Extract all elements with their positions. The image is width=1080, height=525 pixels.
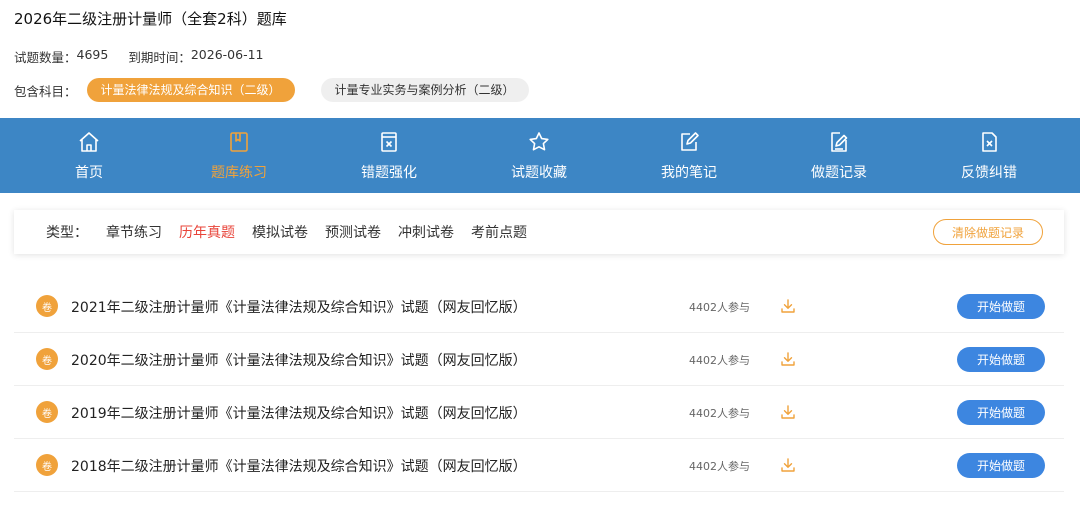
nav-item-home[interactable]: 首页	[14, 118, 164, 193]
paper-badge: 卷	[36, 295, 58, 317]
paper-title[interactable]: 2021年二级注册计量师《计量法律法规及综合知识》试题（网友回忆版）	[71, 297, 527, 317]
subjects-label: 包含科目：	[14, 83, 77, 99]
nav-label-practice: 题库练习	[211, 165, 267, 181]
nav-item-practice[interactable]: 题库练习	[164, 118, 314, 193]
clear-records-button[interactable]: 清除做题记录	[933, 219, 1043, 245]
download-icon[interactable]	[780, 404, 796, 420]
tab-predicted-exams[interactable]: 预测试卷	[325, 222, 381, 242]
paper-title[interactable]: 2020年二级注册计量师《计量法律法规及综合知识》试题（网友回忆版）	[71, 350, 527, 370]
participant-count: 4402人参与	[689, 301, 750, 314]
participant-count: 4402人参与	[689, 354, 750, 367]
start-quiz-button[interactable]: 开始做题	[957, 400, 1045, 425]
tab-sprint-exams[interactable]: 冲刺试卷	[398, 222, 454, 242]
tab-mock-exams[interactable]: 模拟试卷	[252, 222, 308, 242]
nav-label-home: 首页	[75, 165, 103, 181]
expiry: 到期时间： 2026-06-11	[128, 47, 263, 66]
list-item: 卷 2019年二级注册计量师《计量法律法规及综合知识》试题（网友回忆版） 440…	[14, 386, 1064, 439]
type-filter-bar: 类型： 章节练习 历年真题 模拟试卷 预测试卷 冲刺试卷 考前点题 清除做题记录	[14, 210, 1064, 254]
download-icon[interactable]	[780, 351, 796, 367]
nav-item-feedback[interactable]: 反馈纠错	[914, 118, 1064, 193]
star-icon	[529, 132, 549, 151]
nav-item-records[interactable]: 做题记录	[764, 118, 914, 193]
nav-item-favorites[interactable]: 试题收藏	[464, 118, 614, 193]
nav-item-mistakes[interactable]: 错题强化	[314, 118, 464, 193]
paper-badge: 卷	[36, 454, 58, 476]
expiry-value: 2026-06-11	[190, 47, 264, 62]
subject-chip-practice[interactable]: 计量专业实务与案例分析（二级）	[320, 78, 529, 102]
paper-title[interactable]: 2018年二级注册计量师《计量法律法规及综合知识》试题（网友回忆版）	[71, 456, 527, 476]
list-item: 卷 2021年二级注册计量师《计量法律法规及综合知识》试题（网友回忆版） 440…	[14, 280, 1064, 333]
download-icon[interactable]	[780, 298, 796, 314]
error-sheet-icon	[381, 132, 397, 152]
record-icon	[831, 132, 848, 152]
participant-count: 4402人参与	[689, 407, 750, 420]
start-quiz-button[interactable]: 开始做题	[957, 347, 1045, 372]
download-icon[interactable]	[780, 457, 796, 473]
book-icon	[230, 132, 248, 152]
type-label: 类型：	[46, 225, 88, 241]
list-item: 卷 2018年二级注册计量师《计量法律法规及综合知识》试题（网友回忆版） 440…	[14, 439, 1064, 492]
subject-selector: 包含科目： 计量法律法规及综合知识（二级） 计量专业实务与案例分析（二级）	[14, 78, 529, 102]
participant-count: 4402人参与	[689, 460, 750, 473]
page-title: 2026年二级注册计量师（全套2科）题库	[14, 10, 287, 28]
tab-past-exams[interactable]: 历年真题	[179, 222, 235, 242]
main-nav: 首页 题库练习 错题强化 试题收藏 我的笔记 做题记录 反馈纠错	[0, 118, 1080, 193]
start-quiz-button[interactable]: 开始做题	[957, 453, 1045, 478]
nav-label-favorites: 试题收藏	[511, 165, 567, 181]
tab-chapter-practice[interactable]: 章节练习	[106, 222, 162, 242]
list-item: 卷 2020年二级注册计量师《计量法律法规及综合知识》试题（网友回忆版） 440…	[14, 333, 1064, 386]
question-count-label: 试题数量：	[14, 50, 77, 65]
paper-badge: 卷	[36, 348, 58, 370]
start-quiz-button[interactable]: 开始做题	[957, 294, 1045, 319]
feedback-icon	[982, 132, 997, 152]
nav-label-records: 做题记录	[811, 165, 867, 181]
nav-label-mistakes: 错题强化	[361, 165, 417, 181]
nav-label-notes: 我的笔记	[661, 165, 717, 181]
paper-title[interactable]: 2019年二级注册计量师《计量法律法规及综合知识》试题（网友回忆版）	[71, 403, 527, 423]
expiry-label: 到期时间：	[128, 50, 191, 65]
question-count-value: 4695	[76, 47, 109, 62]
subject-chip-law[interactable]: 计量法律法规及综合知识（二级）	[86, 78, 295, 102]
tab-pre-exam-tips[interactable]: 考前点题	[471, 222, 527, 242]
home-icon	[79, 132, 99, 152]
paper-list: 卷 2021年二级注册计量师《计量法律法规及综合知识》试题（网友回忆版） 440…	[14, 280, 1064, 492]
question-count: 试题数量： 4695	[14, 47, 108, 66]
exam-meta: 试题数量： 4695 到期时间： 2026-06-11	[14, 47, 264, 66]
nav-label-feedback: 反馈纠错	[961, 165, 1017, 181]
nav-item-notes[interactable]: 我的笔记	[614, 118, 764, 193]
paper-badge: 卷	[36, 401, 58, 423]
note-edit-icon	[681, 132, 699, 151]
